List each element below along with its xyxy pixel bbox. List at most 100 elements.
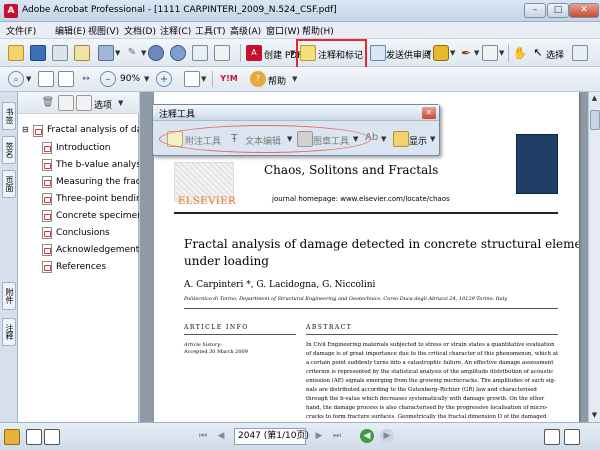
last-page-icon[interactable]: ⏭ [330, 429, 344, 443]
show-dropdown-icon[interactable]: ▼ [430, 135, 435, 143]
comment-toolbar-header[interactable]: 注释工具 ✕ [153, 105, 439, 121]
vertical-scrollbar[interactable]: ▲ ▼ [588, 92, 600, 422]
show-button[interactable]: 显示 [409, 134, 427, 147]
new-bookmark-icon[interactable] [58, 95, 74, 111]
search-icon[interactable] [148, 45, 164, 61]
attach-dropdown-icon[interactable]: ▼ [141, 49, 146, 57]
select-tool-button[interactable]: 选择 [546, 48, 564, 61]
menu-document[interactable]: 文档(D) [124, 24, 156, 37]
snapshot-icon[interactable] [572, 45, 588, 61]
page-number-field[interactable]: 2047 (第1/10页) [234, 428, 309, 445]
zoom-level-dropdown-icon[interactable]: ▼ [144, 75, 149, 83]
collapse-toggle-icon[interactable]: ⊟ [22, 125, 29, 134]
fit-width-icon[interactable]: ↔ [78, 71, 94, 87]
bookmark-item[interactable]: References [56, 262, 139, 272]
next-page-icon[interactable]: ▶ [312, 429, 326, 443]
single-page-view-icon[interactable] [544, 429, 560, 445]
tab-pages[interactable]: 页面 [2, 170, 16, 198]
hand-tool-icon[interactable]: ✋ [512, 45, 528, 61]
menu-comments[interactable]: 注释(C) [160, 24, 191, 37]
highlight-dropdown-icon[interactable]: ▼ [381, 135, 386, 143]
first-page-icon[interactable]: ⏮ [196, 429, 210, 443]
delete-bookmark-icon[interactable]: 🗑 [40, 95, 56, 111]
youdao-icon[interactable]: Y!M [218, 71, 240, 87]
bookmark-item[interactable]: Three-point bending [56, 194, 139, 204]
menu-tools[interactable]: 工具(T) [195, 24, 226, 37]
bookmark-root[interactable]: Fractal analysis of dam [47, 125, 139, 135]
continuous-layout-icon[interactable] [44, 429, 60, 445]
bookmark-item[interactable]: Acknowledgement [56, 245, 139, 255]
menu-advanced[interactable]: 高级(A) [230, 24, 261, 37]
menu-view[interactable]: 视图(V) [88, 24, 119, 37]
secure-dropdown-icon[interactable]: ▼ [450, 49, 455, 57]
send-review-dropdown-icon[interactable]: ▼ [426, 49, 431, 57]
sign-dropdown-icon[interactable]: ▼ [474, 49, 479, 57]
forms-tool-icon[interactable] [482, 45, 498, 61]
title-bar: A Adobe Acrobat Professional - [1111 CAR… [0, 0, 600, 22]
bookmark-options-button[interactable]: 选项 [94, 98, 112, 111]
rotate-view-icon[interactable] [184, 71, 200, 87]
bookmark-item[interactable]: Concrete specimen i [56, 211, 139, 221]
paperclip-icon[interactable]: ✎ [124, 45, 140, 61]
organizer-icon[interactable] [98, 45, 114, 61]
bookmark-item[interactable]: Introduction [56, 143, 139, 153]
tab-attachments[interactable]: 附件 [2, 282, 16, 310]
help-dropdown-icon[interactable]: ▼ [292, 75, 297, 83]
zoom-tool-dropdown-icon[interactable]: ▼ [26, 75, 31, 83]
bookmark-page-icon [42, 261, 52, 273]
expand-bookmark-icon[interactable] [76, 95, 92, 111]
go-forward-icon[interactable]: ▶ [380, 429, 394, 443]
tab-comments[interactable]: 注释 [2, 318, 16, 346]
review-icon[interactable] [192, 45, 208, 61]
menu-window[interactable]: 窗口(W) [266, 24, 300, 37]
scroll-thumb[interactable] [590, 110, 600, 130]
tab-signatures[interactable]: 签名 [2, 136, 16, 164]
page-layout-icon[interactable] [26, 429, 42, 445]
forms-icon[interactable] [214, 45, 230, 61]
scroll-down-icon[interactable]: ▼ [589, 409, 600, 421]
article-info-heading: ARTICLE INFO [184, 324, 249, 331]
send-review-icon[interactable] [370, 45, 386, 61]
bookmark-item[interactable]: Conclusions [56, 228, 139, 238]
create-pdf-dropdown-icon[interactable]: ▼ [290, 49, 295, 57]
forms-dropdown-icon[interactable]: ▼ [499, 49, 504, 57]
security-icon[interactable] [4, 429, 20, 445]
send-review-button[interactable]: 发送供审阅 [386, 48, 431, 61]
menu-edit[interactable]: 编辑(E) [55, 24, 86, 37]
lock-icon[interactable] [433, 45, 449, 61]
comment-toolbar-close-icon[interactable]: ✕ [422, 107, 436, 119]
rotate-dropdown-icon[interactable]: ▼ [201, 75, 206, 83]
previous-page-icon[interactable]: ◀ [214, 429, 228, 443]
tab-bookmarks[interactable]: 书签 [2, 102, 16, 130]
zoom-icon[interactable]: ⌕ [8, 71, 24, 87]
print-icon[interactable] [52, 45, 68, 61]
email-icon[interactable] [74, 45, 90, 61]
zoom-in-icon[interactable]: + [156, 71, 172, 87]
scroll-up-icon[interactable]: ▲ [589, 92, 600, 104]
close-button[interactable]: ✕ [569, 3, 599, 18]
zoom-level[interactable]: 90% [120, 74, 140, 84]
create-pdf-icon[interactable]: A [246, 45, 262, 61]
sign-pen-icon[interactable]: ✒ [458, 45, 474, 61]
two-up-view-icon[interactable] [564, 429, 580, 445]
find-icon[interactable] [170, 45, 186, 61]
bookmark-item[interactable]: The b-value analysis [56, 160, 139, 170]
menu-file[interactable]: 文件(F) [6, 24, 36, 37]
bookmark-item[interactable]: Measuring the fracta [56, 177, 139, 187]
minimize-button[interactable]: – [524, 3, 546, 18]
fit-page-icon[interactable] [58, 71, 74, 87]
open-folder-icon[interactable] [8, 45, 24, 61]
show-icon[interactable] [393, 131, 409, 147]
help-icon[interactable]: ? [250, 71, 266, 87]
help-button[interactable]: 帮助 [268, 74, 286, 87]
comment-tools-toolbar[interactable]: 注释工具 ✕ 附注工具 Ŧ 文本编辑 ▼ 图章工具 ▼ Ab ▼ 显示 ▼ [152, 104, 440, 156]
maximize-button[interactable]: □ [547, 3, 569, 18]
organizer-dropdown-icon[interactable]: ▼ [115, 49, 120, 57]
zoom-out-icon[interactable]: – [100, 71, 116, 87]
bookmark-options-dropdown-icon[interactable]: ▼ [118, 99, 123, 107]
save-icon[interactable] [30, 45, 46, 61]
actual-size-icon[interactable] [38, 71, 54, 87]
menu-help[interactable]: 帮助(H) [302, 24, 334, 37]
select-cursor-icon[interactable]: ↖ [530, 45, 546, 61]
go-back-icon[interactable]: ◀ [360, 429, 374, 443]
